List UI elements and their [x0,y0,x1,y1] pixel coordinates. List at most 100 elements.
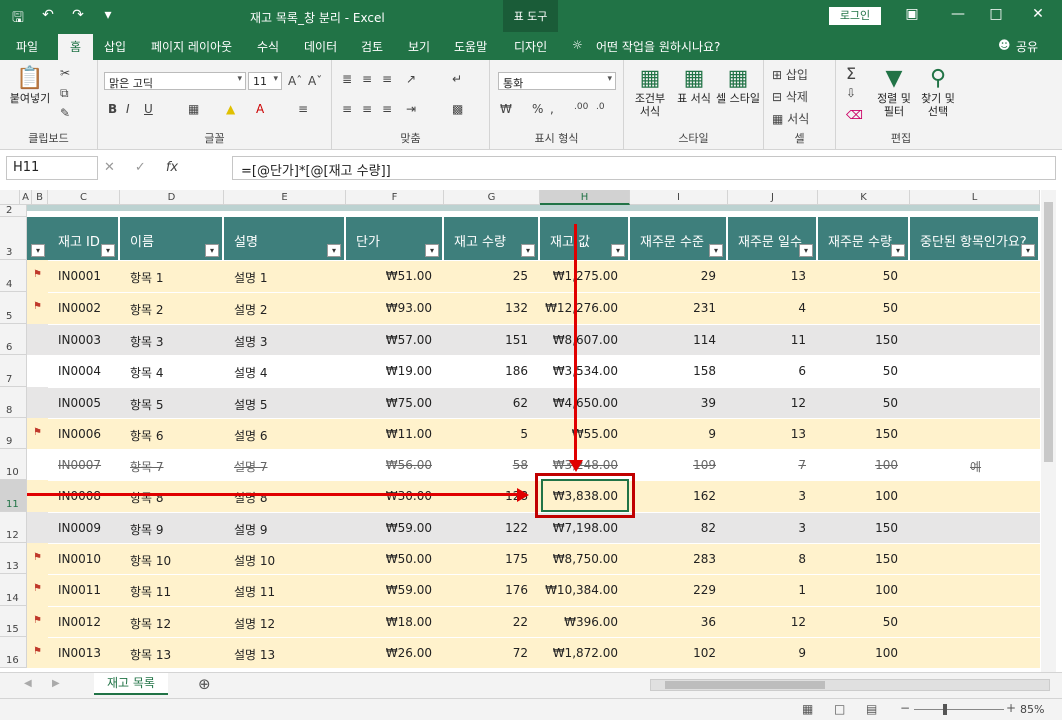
row-header[interactable]: 15 [0,606,27,637]
border-icon[interactable]: ▦ [188,102,199,116]
ribbon-display-icon[interactable]: ▣ [902,6,922,22]
filter-dropdown-icon[interactable]: ▾ [891,244,905,257]
find-select-button[interactable]: ⚲ 찾기 및 선택 [918,66,958,118]
enter-icon[interactable]: ✓ [135,160,146,175]
cell-value[interactable]: ₩3,534.00 [540,364,618,378]
filter-dropdown-icon[interactable]: ▾ [31,244,45,257]
number-format-select[interactable]: 통화 ▾ [498,72,616,90]
zoom-out-icon[interactable]: − [900,701,910,715]
row-header[interactable]: 13 [0,543,27,574]
tab-help[interactable]: 도움말 [454,38,487,55]
cell-level[interactable]: 36 [630,615,716,629]
cell-name[interactable]: 항목 13 [130,646,171,663]
row-header[interactable]: 7 [0,355,27,387]
table-header-cell[interactable]: 중단된 항목인가요? ▾ [910,217,1040,260]
cell-reorder[interactable]: 100 [818,646,898,660]
row-header[interactable]: 4 [0,260,27,292]
cell-id[interactable]: IN0011 [58,583,101,597]
align-left-icon[interactable]: ≡ [342,102,352,116]
customize-qat-icon[interactable]: ▾ [100,7,116,31]
minimize-icon[interactable]: — [948,6,968,22]
cell-days[interactable]: 3 [728,489,806,503]
filter-dropdown-icon[interactable]: ▾ [611,244,625,257]
cell-value[interactable]: ₩55.00 [540,427,618,441]
cell-days[interactable]: 12 [728,615,806,629]
column-header[interactable]: L [910,190,1040,205]
table-row[interactable]: ⚑ IN0012 항목 12 설명 12 ₩18.00 22 ₩396.00 36 12 50 [27,606,1040,637]
align-bottom-icon[interactable]: ≡ [382,72,392,86]
formula-input[interactable]: =[@단가]*[@[재고 수량]] [232,156,1056,180]
cell-price[interactable]: ₩93.00 [346,301,432,315]
cell-qty[interactable]: 72 [444,646,528,660]
fill-color-icon[interactable]: ▲ [226,102,235,116]
cell-name[interactable]: 항목 11 [130,583,171,600]
cell-reorder[interactable]: 50 [818,396,898,410]
row-header[interactable]: 11 [0,480,27,512]
clear-icon[interactable]: ⌫ [846,108,863,122]
table-header-cell[interactable]: 재주문 일수 ▾ [728,217,818,260]
format-painter-icon[interactable]: ✎ [60,106,70,120]
cell-price[interactable]: ₩56.00 [346,458,432,472]
cell-qty[interactable]: 132 [444,301,528,315]
cell-reorder[interactable]: 100 [818,489,898,503]
delete-cells-button[interactable]: ⊟ 삭제 [772,88,808,105]
next-sheet-icon[interactable]: ▶ [52,678,60,689]
cell-qty[interactable]: 58 [444,458,528,472]
cell-days[interactable]: 7 [728,458,806,472]
page-layout-icon[interactable]: □ [834,702,845,716]
table-header-cell[interactable]: 재주문 수준 ▾ [630,217,728,260]
insert-cells-button[interactable]: ⊞ 삽입 [772,66,808,83]
align-middle-icon[interactable]: ≡ [362,72,372,86]
cell-desc[interactable]: 설명 7 [234,458,268,475]
table-row[interactable]: ⚑ IN0013 항목 13 설명 13 ₩26.00 72 ₩1,872.00 102 9 10… [27,637,1040,668]
cell-days[interactable]: 12 [728,396,806,410]
cell-desc[interactable]: 설명 13 [234,646,275,663]
cell-level[interactable]: 9 [630,427,716,441]
cell-id[interactable]: IN0013 [58,646,101,660]
cell-days[interactable]: 3 [728,521,806,535]
table-header-cell[interactable]: 설명 ▾ [224,217,346,260]
cell-desc[interactable]: 설명 10 [234,552,275,569]
cell-reorder[interactable]: 150 [818,333,898,347]
cell-id[interactable]: IN0009 [58,521,101,535]
cell-name[interactable]: 항목 9 [130,521,164,538]
cell-id[interactable]: IN0006 [58,427,101,441]
cell-name[interactable]: 항목 10 [130,552,171,569]
italic-icon[interactable]: I [126,102,130,116]
bold-icon[interactable]: B [108,102,117,116]
row-header[interactable]: 12 [0,512,27,543]
cell-reorder[interactable]: 50 [818,269,898,283]
cell-qty[interactable]: 128 [444,489,528,503]
cell-reorder[interactable]: 150 [818,552,898,566]
table-row[interactable]: ⚑ IN0010 항목 10 설명 10 ₩50.00 175 ₩8,750.00 283 8 1… [27,543,1040,574]
cell-value[interactable]: ₩12,276.00 [540,301,618,315]
table-header-cell[interactable]: 재고 수량 ▾ [444,217,540,260]
autosum-icon[interactable]: Σ [846,64,856,83]
align-top-icon[interactable]: ≣ [342,72,352,86]
fill-icon[interactable]: ⇩ [846,86,856,100]
row-header[interactable]: 8 [0,387,27,418]
cell-level[interactable]: 158 [630,364,716,378]
horizontal-scrollbar[interactable] [650,679,1050,691]
cell-id[interactable]: IN0010 [58,552,101,566]
table-header-cell[interactable]: 단가 ▾ [346,217,444,260]
tab-view[interactable]: 보기 [408,38,430,55]
column-header[interactable]: E [224,190,346,205]
filter-dropdown-icon[interactable]: ▾ [1021,244,1035,257]
column-header[interactable]: A [20,190,32,205]
cell-desc[interactable]: 설명 1 [234,269,268,286]
cell-id[interactable]: IN0008 [58,489,101,503]
prev-sheet-icon[interactable]: ◀ [24,678,32,689]
cell-qty[interactable]: 175 [444,552,528,566]
tab-home[interactable]: 홈 [58,34,94,60]
cell-qty[interactable]: 176 [444,583,528,597]
filter-dropdown-icon[interactable]: ▾ [521,244,535,257]
font-color-icon[interactable]: A [256,102,264,116]
tell-me-search[interactable]: 어떤 작업을 원하시나요? [596,38,720,55]
underline-icon[interactable]: U [144,102,153,116]
sheet-tab[interactable]: 재고 목록 [94,673,168,695]
column-header[interactable]: B [32,190,48,205]
table-row[interactable]: IN0008 항목 8 설명 8 ₩30.00 128 ₩3,838.00 162 3 100 [27,480,1040,512]
format-as-table-button[interactable]: ▦ 표 서식 [674,66,714,105]
cell-desc[interactable]: 설명 6 [234,427,268,444]
